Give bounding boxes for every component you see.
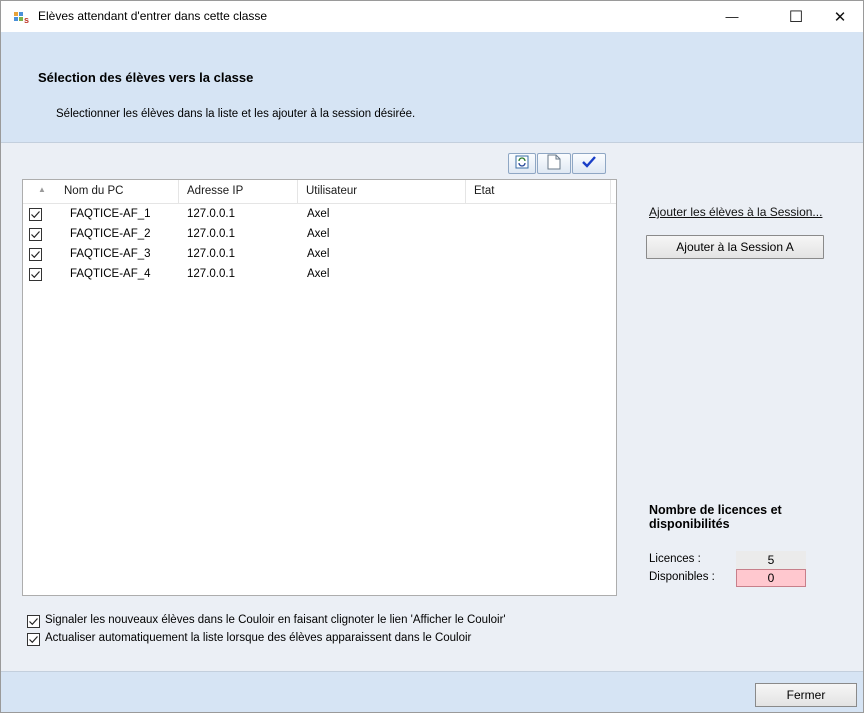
cell-user: Axel <box>307 208 330 220</box>
footer-band: Fermer <box>1 671 863 712</box>
cell-pc: FAQTICE-AF_3 <box>70 248 151 260</box>
row-checkbox[interactable] <box>29 248 42 261</box>
column-header-pc[interactable]: Nom du PC <box>64 185 123 203</box>
column-header-ip[interactable]: Adresse IP <box>187 185 243 203</box>
maximize-icon: ☐ <box>788 8 804 26</box>
column-divider[interactable] <box>610 180 611 203</box>
dialog-window: s Elèves attendant d'entrer dans cette c… <box>0 0 864 713</box>
row-checkbox[interactable] <box>29 208 42 221</box>
row-checkbox[interactable] <box>29 228 42 241</box>
students-list[interactable]: ▲ Nom du PC Adresse IP Utilisateur Etat … <box>22 179 617 596</box>
window-title: Elèves attendant d'entrer dans cette cla… <box>38 9 268 23</box>
maximize-button[interactable]: ☐ <box>773 1 819 32</box>
close-icon: ✕ <box>833 8 847 26</box>
sort-arrow-icon: ▲ <box>38 185 46 194</box>
app-icon: s <box>14 9 32 25</box>
list-toolbar <box>508 153 606 174</box>
checkmark-icon <box>581 155 597 172</box>
new-button[interactable] <box>537 153 571 174</box>
row-checkbox[interactable] <box>29 268 42 281</box>
cell-ip: 127.0.0.1 <box>187 208 235 220</box>
header-title: Sélection des élèves vers la classe <box>38 70 254 85</box>
cell-ip: 127.0.0.1 <box>187 248 235 260</box>
close-window-button[interactable]: ✕ <box>817 1 863 32</box>
column-header-state[interactable]: Etat <box>474 185 494 203</box>
column-header-user[interactable]: Utilisateur <box>306 185 357 203</box>
licences-value: 5 <box>736 551 806 569</box>
svg-text:s: s <box>24 15 29 25</box>
licences-title: Nombre de licences et disponibilités <box>649 503 782 531</box>
cell-user: Axel <box>307 228 330 240</box>
cell-user: Axel <box>307 268 330 280</box>
option-label: Actualiser automatiquement la liste lors… <box>45 632 472 644</box>
list-header: ▲ Nom du PC Adresse IP Utilisateur Etat <box>23 180 616 204</box>
column-divider[interactable] <box>465 180 466 203</box>
title-bar[interactable]: s Elèves attendant d'entrer dans cette c… <box>1 1 863 32</box>
check-all-button[interactable] <box>572 153 606 174</box>
column-divider[interactable] <box>178 180 179 203</box>
table-row[interactable]: FAQTICE-AF_1 127.0.0.1 Axel <box>23 206 616 226</box>
cell-pc: FAQTICE-AF_4 <box>70 268 151 280</box>
option-checkbox[interactable] <box>27 633 40 646</box>
table-row[interactable]: FAQTICE-AF_4 127.0.0.1 Axel <box>23 266 616 286</box>
refresh-icon <box>515 155 529 172</box>
available-value: 0 <box>736 569 806 587</box>
available-label: Disponibles : <box>649 571 715 583</box>
cell-ip: 127.0.0.1 <box>187 228 235 240</box>
cell-ip: 127.0.0.1 <box>187 268 235 280</box>
cell-user: Axel <box>307 248 330 260</box>
option-label: Signaler les nouveaux élèves dans le Cou… <box>45 614 506 626</box>
table-row[interactable]: FAQTICE-AF_2 127.0.0.1 Axel <box>23 226 616 246</box>
new-document-icon <box>547 154 561 173</box>
add-to-session-a-button[interactable]: Ajouter à la Session A <box>646 235 824 259</box>
column-divider[interactable] <box>297 180 298 203</box>
header-band: Sélection des élèves vers la classe Séle… <box>1 32 863 143</box>
cell-pc: FAQTICE-AF_1 <box>70 208 151 220</box>
refresh-button[interactable] <box>508 153 536 174</box>
minimize-icon: — <box>725 9 739 24</box>
table-row[interactable]: FAQTICE-AF_3 127.0.0.1 Axel <box>23 246 616 266</box>
minimize-button[interactable]: — <box>709 1 755 32</box>
client-area: ▲ Nom du PC Adresse IP Utilisateur Etat … <box>1 143 863 671</box>
licences-label: Licences : <box>649 553 701 565</box>
close-button[interactable]: Fermer <box>755 683 857 707</box>
add-to-session-link[interactable]: Ajouter les élèves à la Session... <box>649 205 822 219</box>
header-subtitle: Sélectionner les élèves dans la liste et… <box>56 108 416 120</box>
option-checkbox[interactable] <box>27 615 40 628</box>
cell-pc: FAQTICE-AF_2 <box>70 228 151 240</box>
